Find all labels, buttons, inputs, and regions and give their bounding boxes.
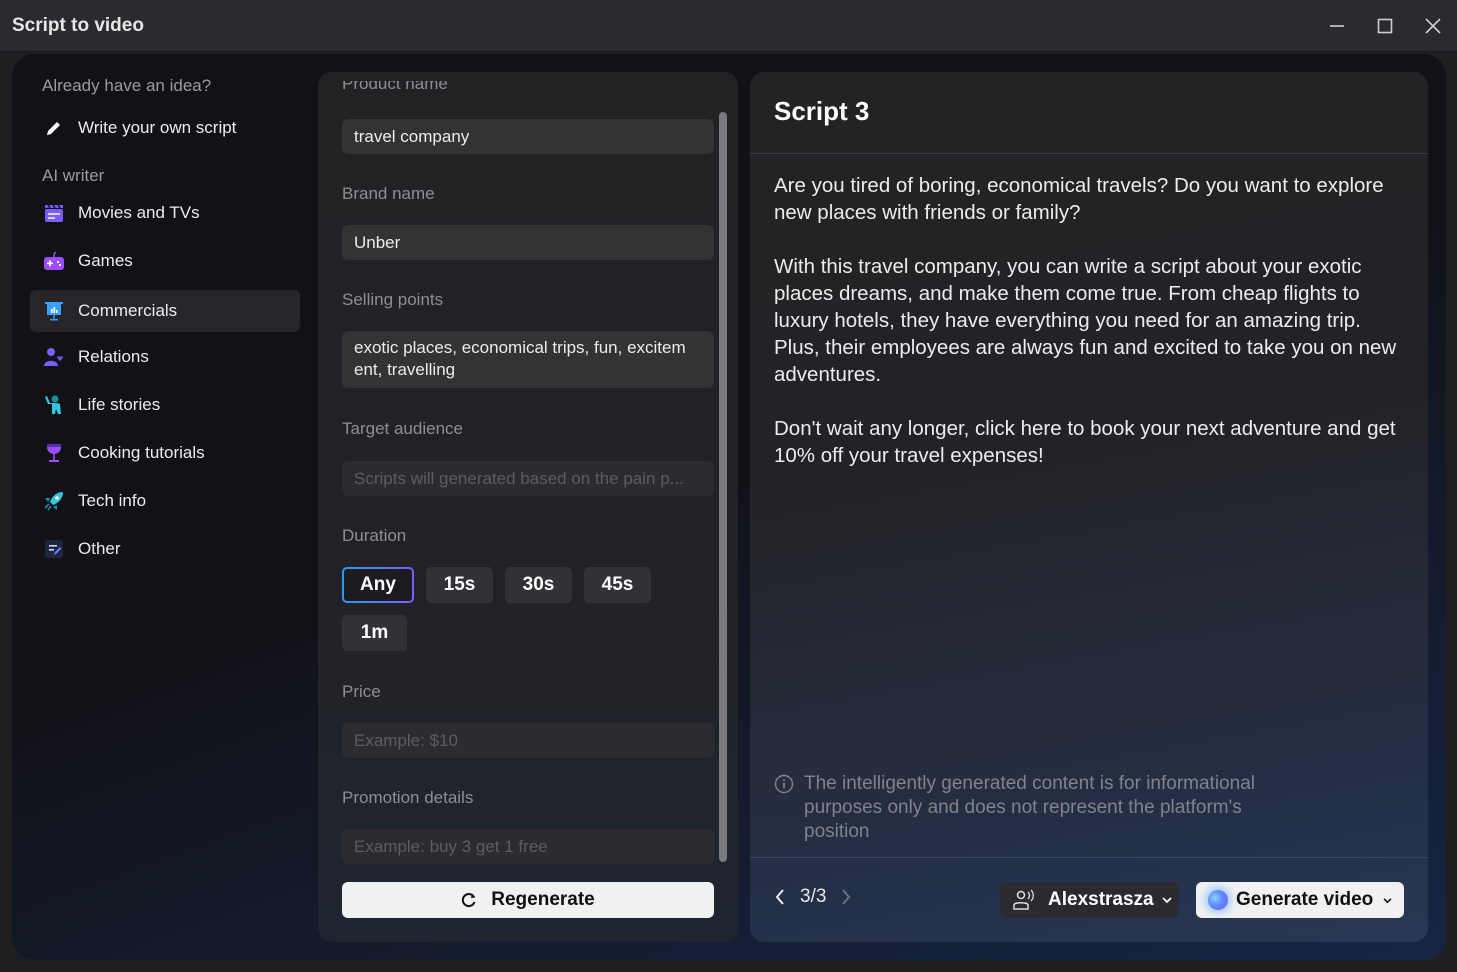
close-button[interactable] bbox=[1409, 0, 1457, 52]
voice-select-button[interactable]: Alexstrasza bbox=[1000, 882, 1178, 918]
promotion-label: Promotion details bbox=[342, 788, 474, 807]
sidebar-item-label: Cooking tutorials bbox=[78, 443, 205, 462]
script-preview-panel: Script 3 Are you tired of boring, econom… bbox=[750, 72, 1428, 942]
next-script-button[interactable] bbox=[840, 888, 852, 906]
close-icon bbox=[1425, 18, 1441, 34]
sidebar-item-label: Relations bbox=[78, 347, 149, 366]
form-scroll-area: Product name travel company Brand name U… bbox=[318, 72, 718, 872]
generate-video-button[interactable]: Generate video bbox=[1196, 882, 1404, 918]
disclaimer: The intelligently generated content is f… bbox=[774, 772, 1294, 844]
pencil-icon bbox=[42, 116, 66, 140]
window-controls bbox=[1313, 0, 1457, 52]
duration-option-45s[interactable]: 45s bbox=[584, 567, 651, 603]
write-own-script-button[interactable]: Write your own script bbox=[30, 107, 300, 149]
script-paragraph: Don't wait any longer, click here to boo… bbox=[774, 417, 1396, 467]
sidebar-item-label: Tech info bbox=[78, 491, 147, 510]
sidebar-item-label: Movies and TVs bbox=[78, 203, 200, 222]
script-title: Script 3 bbox=[774, 96, 870, 126]
duration-label: Duration bbox=[342, 526, 407, 545]
duration-option-1m[interactable]: 1m bbox=[342, 615, 407, 651]
ai-orb-icon bbox=[1208, 890, 1228, 910]
window-title: Script to video bbox=[12, 14, 144, 36]
price-input[interactable]: Example: $10 bbox=[342, 723, 714, 758]
sidebar-item-label: Commercials bbox=[78, 301, 178, 320]
chevron-left-icon bbox=[775, 889, 784, 905]
sidebar-item-label: Games bbox=[78, 251, 133, 270]
presentation-chart-icon bbox=[42, 299, 66, 323]
gamepad-icon bbox=[42, 249, 66, 273]
person-waving-icon bbox=[42, 393, 66, 417]
generate-video-label: Generate video bbox=[1236, 889, 1374, 910]
rocket-icon bbox=[42, 489, 66, 513]
note-edit-icon bbox=[42, 537, 66, 561]
footer-divider bbox=[750, 857, 1428, 858]
target-audience-input[interactable]: Scripts will generated based on the pain… bbox=[342, 461, 714, 496]
chevron-right-icon bbox=[842, 889, 851, 905]
chevron-down-icon bbox=[1161, 897, 1172, 904]
ai-writer-heading: AI writer bbox=[42, 166, 105, 185]
selling-points-label: Selling points bbox=[342, 290, 444, 309]
sidebar-item-other[interactable]: Other bbox=[30, 528, 300, 570]
script-form-panel: Product name travel company Brand name U… bbox=[318, 72, 738, 942]
product-name-input[interactable]: travel company bbox=[342, 119, 714, 154]
regenerate-label: Regenerate bbox=[491, 889, 595, 910]
sidebar-item-tech-info[interactable]: Tech info bbox=[30, 480, 300, 522]
brand-name-label: Brand name bbox=[342, 184, 435, 203]
minimize-button[interactable] bbox=[1313, 0, 1361, 52]
sidebar-item-label: Life stories bbox=[78, 395, 161, 414]
script-pager: 3/3 bbox=[774, 886, 852, 908]
sidebar-item-life-stories[interactable]: Life stories bbox=[30, 384, 300, 426]
refresh-icon bbox=[462, 893, 476, 908]
sidebar-item-movies[interactable]: Movies and TVs bbox=[30, 192, 300, 234]
header-divider bbox=[750, 153, 1428, 154]
clapperboard-icon bbox=[42, 201, 66, 225]
title-bar: Script to video bbox=[0, 0, 1457, 52]
main-frame: Already have an idea? Write your own scr… bbox=[12, 54, 1446, 960]
voice-person-icon bbox=[1013, 889, 1034, 910]
minimize-icon bbox=[1330, 25, 1344, 27]
sidebar-item-relations[interactable]: Relations bbox=[30, 336, 300, 378]
sidebar-item-games[interactable]: Games bbox=[30, 240, 300, 282]
duration-option-30s[interactable]: 30s bbox=[505, 567, 572, 603]
form-scrollbar[interactable] bbox=[719, 112, 727, 862]
brand-name-input[interactable]: Unber bbox=[342, 225, 714, 260]
promotion-input[interactable]: Example: buy 3 get 1 free bbox=[342, 829, 714, 864]
previous-script-button[interactable] bbox=[774, 888, 786, 906]
maximize-button[interactable] bbox=[1361, 0, 1409, 52]
chevron-down-icon bbox=[1383, 897, 1392, 903]
product-name-label: Product name bbox=[342, 74, 448, 93]
info-icon bbox=[774, 774, 794, 794]
sidebar: Already have an idea? Write your own scr… bbox=[12, 54, 312, 960]
person-heart-icon bbox=[42, 345, 66, 369]
voice-name: Alexstrasza bbox=[1048, 889, 1154, 910]
wine-glass-icon bbox=[42, 441, 66, 465]
write-own-script-label: Write your own script bbox=[78, 118, 237, 137]
duration-option-any[interactable]: Any bbox=[342, 567, 414, 603]
idea-heading: Already have an idea? bbox=[42, 76, 212, 95]
duration-option-15s[interactable]: 15s bbox=[426, 567, 493, 603]
script-paragraph: Are you tired of boring, economical trav… bbox=[774, 174, 1384, 224]
sidebar-item-commercials[interactable]: Commercials bbox=[30, 290, 300, 332]
price-label: Price bbox=[342, 682, 381, 701]
disclaimer-text: The intelligently generated content is f… bbox=[804, 773, 1255, 842]
regenerate-button[interactable]: Regenerate bbox=[342, 882, 714, 918]
sidebar-item-label: Other bbox=[78, 539, 121, 558]
selling-points-input[interactable]: exotic places, economical trips, fun, ex… bbox=[342, 331, 714, 388]
sidebar-item-cooking[interactable]: Cooking tutorials bbox=[30, 432, 300, 474]
target-audience-label: Target audience bbox=[342, 419, 463, 438]
script-text: Are you tired of boring, economical trav… bbox=[774, 172, 1404, 496]
script-paragraph: With this travel company, you can write … bbox=[774, 255, 1397, 386]
page-count: 3/3 bbox=[800, 886, 827, 907]
maximize-icon bbox=[1377, 18, 1393, 34]
